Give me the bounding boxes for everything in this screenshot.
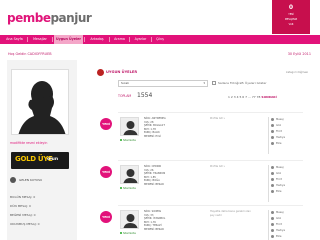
logo-part1: pembe bbox=[7, 11, 51, 25]
stat-read[interactable]: OKUNMUŞ MESAJ: 0 bbox=[10, 222, 40, 226]
header: pembepanjur 0 YENİ MESAJINIZ VAR bbox=[0, 0, 320, 35]
section-title: UYGUN ÜYELER bbox=[106, 70, 138, 74]
photo-only-checkbox[interactable] bbox=[212, 81, 216, 85]
silhouette-icon bbox=[123, 214, 138, 228]
badge-line1: YENİ bbox=[288, 13, 294, 16]
logo-part2: panjur bbox=[50, 11, 92, 25]
nav-item-settings[interactable]: Ayarlar bbox=[131, 35, 150, 44]
silhouette-icon bbox=[12, 70, 68, 134]
member-card[interactable]: Sitemizde NİCK: SOIPPAI YAŞ: 33 ŞEHİR: İST… bbox=[118, 205, 303, 240]
stat-yesterday[interactable]: DÜN MESAJ: 0 bbox=[10, 204, 31, 208]
inbox-icon bbox=[10, 177, 16, 183]
member-info: NİCK: SOIPPAI YAŞ: 33 ŞEHİR: İSTANBUL BOY:… bbox=[144, 210, 166, 231]
member-info: NİCK: ANTDEMEA YAŞ: 28 ŞEHİR: BOLGA1T BOY:… bbox=[144, 117, 166, 138]
card-actions: Mesaj Göz Flört Hediye Ekle bbox=[271, 165, 301, 195]
nav-item-suitable-members[interactable]: Uygun Üyeler bbox=[54, 35, 83, 44]
stat-liked[interactable]: BEĞENİ MESAJ: 0 bbox=[10, 213, 36, 217]
silhouette-icon bbox=[123, 169, 138, 183]
gold-member-banner[interactable]: GOLD ÜYE olun bbox=[11, 152, 69, 169]
online-status: Sitemizde bbox=[120, 139, 136, 142]
card-actions: Mesaj Göz Flört Hediye Ekle bbox=[271, 117, 301, 147]
total-count: 1554 bbox=[137, 92, 153, 99]
main-nav: Ana Sayfa Mesajlar Uygun Üyeler Arkadaş … bbox=[0, 35, 320, 44]
inbox-label: GELEN KUTUSU bbox=[19, 178, 43, 182]
nav-divider bbox=[129, 37, 130, 42]
nav-divider bbox=[109, 37, 110, 42]
badge-count: 0 bbox=[288, 4, 294, 11]
sort-select[interactable]: Sıcak ▾ bbox=[118, 80, 208, 87]
silhouette-icon bbox=[123, 121, 138, 135]
new-badge: YENİ bbox=[100, 118, 112, 130]
nav-item-search[interactable]: Arama bbox=[111, 35, 128, 44]
divider bbox=[268, 165, 269, 202]
sort-select-value: Sıcak bbox=[121, 81, 129, 85]
nav-divider bbox=[151, 37, 152, 42]
nav-item-messages[interactable]: Mesajlar bbox=[29, 35, 51, 44]
profile-link[interactable]: Profile Git » bbox=[210, 165, 255, 169]
badge-line2: MESAJINIZ bbox=[284, 18, 298, 21]
add-action[interactable]: Ekle bbox=[271, 141, 301, 147]
photo-only-label: Sadece Fotoğraflı Üyeleri Göster bbox=[218, 81, 267, 85]
nav-item-friends[interactable]: Arkadaş bbox=[86, 35, 108, 44]
logo[interactable]: pembepanjur bbox=[7, 11, 92, 25]
profile-link[interactable]: Profile Git » bbox=[210, 117, 255, 121]
gold-suffix: olun bbox=[47, 157, 59, 162]
member-avatar[interactable] bbox=[120, 165, 139, 184]
member-info: NİCK: CEDRIR YAŞ: 26 ŞEHİR: TRABZON BOY: 1… bbox=[144, 165, 166, 186]
page-numbers[interactable]: 1 2 3 4 5 6 7 ... 77 78 bbox=[228, 95, 260, 99]
card-actions: Mesaj Göz Flört Hediye Ekle bbox=[271, 210, 301, 240]
member-avatar[interactable] bbox=[120, 117, 139, 136]
online-status: Sitemizde bbox=[120, 232, 136, 235]
add-photo-link[interactable]: modifikte resmi ekleyin bbox=[10, 141, 47, 145]
profile-photo[interactable] bbox=[11, 69, 69, 135]
member-card[interactable]: Sitemizde NİCK: CEDRIR YAŞ: 26 ŞEHİR: TRAB… bbox=[118, 160, 303, 207]
top-note: kategori düğmesi bbox=[286, 71, 308, 74]
nav-divider bbox=[52, 37, 53, 42]
inbox-link[interactable]: GELEN KUTUSU bbox=[10, 175, 70, 185]
add-action[interactable]: Ekle bbox=[271, 234, 301, 240]
new-badge: YENİ bbox=[100, 166, 112, 178]
greeting: Hoş Geldin CADIOFFRUEB bbox=[8, 52, 52, 56]
chevron-down-icon: ▾ bbox=[203, 81, 205, 85]
new-message-badge[interactable]: 0 YENİ MESAJINIZ VAR bbox=[272, 0, 310, 34]
current-date: 30 Eylül 2011 bbox=[287, 52, 311, 56]
online-status: Sitemizde bbox=[120, 187, 136, 190]
member-card[interactable]: Sitemizde NİCK: ANTDEMEA YAŞ: 28 ŞEHİR: BO… bbox=[118, 112, 303, 159]
total-label: TOPLAM bbox=[118, 94, 132, 98]
stat-today[interactable]: BUGÜN MESAJ: 0 bbox=[10, 195, 35, 199]
badge-line3: VAR bbox=[288, 23, 294, 26]
member-avatar[interactable] bbox=[120, 210, 139, 229]
add-action[interactable]: Ekle bbox=[271, 189, 301, 195]
profile-note[interactable]: Hayatta daha bana gerekli olan şey nedir bbox=[210, 210, 255, 217]
nav-item-home[interactable]: Ana Sayfa bbox=[3, 35, 26, 44]
nav-item-logout[interactable]: Çıkış bbox=[153, 35, 167, 44]
divider bbox=[268, 117, 269, 154]
nav-divider bbox=[84, 37, 85, 42]
members-icon bbox=[97, 69, 104, 76]
divider bbox=[268, 210, 269, 240]
pagination[interactable]: 1 2 3 4 5 6 7 ... 77 78 SONRAKİ bbox=[228, 95, 277, 99]
nav-divider bbox=[27, 37, 28, 42]
next-page-link[interactable]: SONRAKİ bbox=[261, 95, 276, 99]
new-badge: YENİ bbox=[100, 211, 112, 223]
